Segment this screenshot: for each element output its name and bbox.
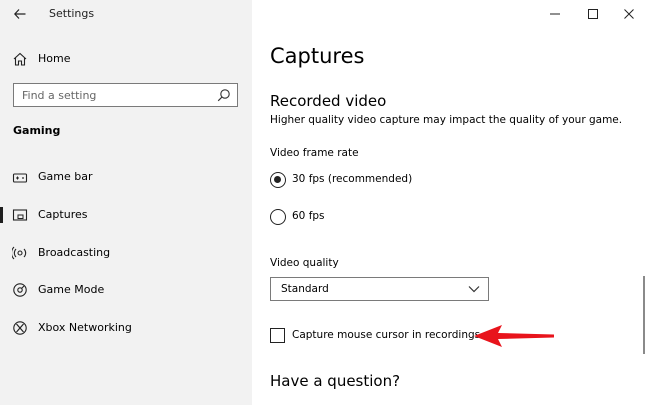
question-heading: Have a question? — [270, 372, 401, 390]
maximize-icon — [588, 9, 598, 19]
sidebar-item-label: Broadcasting — [38, 246, 111, 259]
checkbox-box[interactable] — [270, 328, 285, 343]
back-button[interactable] — [8, 3, 32, 25]
radio-label: 60 fps — [292, 210, 325, 222]
xbox-icon — [13, 321, 27, 335]
sidebar-item-xbox-networking[interactable]: Xbox Networking — [0, 315, 252, 341]
maximize-button[interactable] — [574, 0, 612, 28]
video-quality-label: Video quality — [270, 257, 339, 269]
window-title: Settings — [49, 7, 95, 20]
scrollbar[interactable] — [643, 276, 645, 354]
search-input[interactable] — [14, 84, 210, 106]
sidebar-item-captures[interactable]: Captures — [0, 202, 252, 228]
annotation-arrow-icon — [474, 325, 554, 347]
search-icon[interactable] — [217, 88, 231, 102]
radio-selected-dot — [274, 176, 281, 183]
broadcasting-icon — [12, 246, 27, 260]
checkbox-label: Capture mouse cursor in recordings — [292, 329, 481, 341]
frame-rate-label: Video frame rate — [270, 147, 359, 159]
recorded-video-description: Higher quality video capture may impact … — [270, 114, 623, 126]
sidebar-item-game-mode[interactable]: Game Mode — [0, 277, 252, 303]
sidebar-item-label: Game bar — [38, 170, 93, 183]
radio-circle[interactable] — [270, 209, 286, 225]
capture-cursor-checkbox[interactable]: Capture mouse cursor in recordings — [270, 327, 490, 345]
radio-label: 30 fps (recommended) — [292, 173, 413, 185]
video-quality-dropdown[interactable]: Standard — [270, 277, 489, 301]
sidebar-item-label: Game Mode — [38, 283, 105, 296]
recorded-video-heading: Recorded video — [270, 92, 387, 110]
close-icon — [624, 9, 634, 19]
game-mode-icon — [13, 283, 27, 297]
sidebar-item-home[interactable]: Home — [0, 46, 252, 72]
radio-circle[interactable] — [270, 172, 286, 188]
sidebar-item-broadcasting[interactable]: Broadcasting — [0, 240, 252, 266]
search-box[interactable] — [13, 83, 238, 107]
sidebar-section-heading: Gaming — [13, 124, 61, 137]
captures-icon — [12, 209, 28, 221]
home-icon — [13, 52, 27, 66]
sidebar-item-label: Home — [38, 52, 71, 65]
radio-60fps[interactable]: 60 fps — [270, 208, 470, 228]
dropdown-value: Standard — [281, 283, 329, 295]
page-title: Captures — [270, 44, 365, 68]
sidebar-item-game-bar[interactable]: Game bar — [0, 164, 252, 190]
radio-30fps[interactable]: 30 fps (recommended) — [270, 171, 470, 191]
main-content: Captures Recorded video Higher quality v… — [252, 0, 648, 405]
game-bar-icon — [12, 173, 28, 183]
sidebar-item-label: Xbox Networking — [38, 321, 132, 334]
minimize-icon — [550, 13, 560, 15]
sidebar-item-label: Captures — [38, 208, 88, 221]
sidebar: Settings Home Gaming Game bar Captures — [0, 0, 252, 405]
back-arrow-icon — [14, 9, 26, 19]
minimize-button[interactable] — [536, 0, 574, 28]
chevron-down-icon — [468, 286, 480, 293]
close-button[interactable] — [610, 0, 648, 28]
